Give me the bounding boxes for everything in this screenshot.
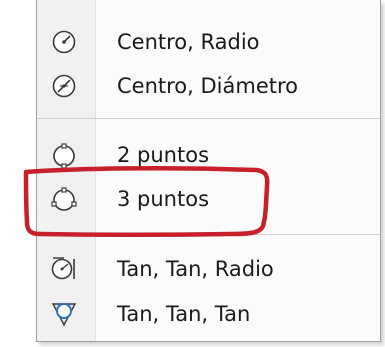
circle-center-diameter-icon	[49, 71, 79, 101]
circle-tan-tan-tan-icon	[49, 299, 79, 329]
menu-item-tan-tan-radio[interactable]: Tan, Tan, Radio	[37, 247, 380, 291]
menu-item-2-puntos[interactable]: 2 puntos	[37, 133, 380, 177]
menu-item-label: 2 puntos	[117, 143, 210, 167]
menu-item-label: Tan, Tan, Tan	[117, 302, 251, 326]
circle-3-points-icon	[49, 184, 79, 214]
menu-item-centro-diametro[interactable]: Centro, Diámetro	[37, 64, 380, 108]
menu-item-tan-tan-tan[interactable]: Tan, Tan, Tan	[37, 292, 380, 336]
menu-item-label: 3 puntos	[117, 187, 210, 211]
menu-item-label: Tan, Tan, Radio	[117, 257, 274, 281]
menu-separator	[37, 234, 380, 235]
screenshot-stage: Centro, Radio Centro, Diámetro 2 puntos …	[0, 0, 385, 347]
menu-item-label: Centro, Radio	[117, 30, 260, 54]
circle-tan-tan-radius-icon	[49, 254, 79, 284]
circle-center-radius-icon	[49, 27, 79, 57]
menu-item-3-puntos[interactable]: 3 puntos	[37, 177, 380, 221]
circle-options-menu: Centro, Radio Centro, Diámetro 2 puntos …	[36, 0, 381, 342]
menu-item-label: Centro, Diámetro	[117, 74, 299, 98]
menu-separator	[37, 118, 380, 119]
menu-item-centro-radio[interactable]: Centro, Radio	[37, 20, 380, 64]
circle-2-points-icon	[49, 140, 79, 170]
